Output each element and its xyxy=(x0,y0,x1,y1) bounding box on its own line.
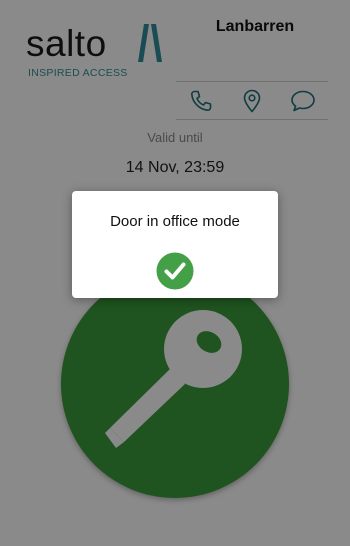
alert-message: Door in office mode xyxy=(110,213,240,230)
office-mode-alert[interactable]: Door in office mode xyxy=(72,191,278,298)
check-circle-icon xyxy=(156,252,194,290)
